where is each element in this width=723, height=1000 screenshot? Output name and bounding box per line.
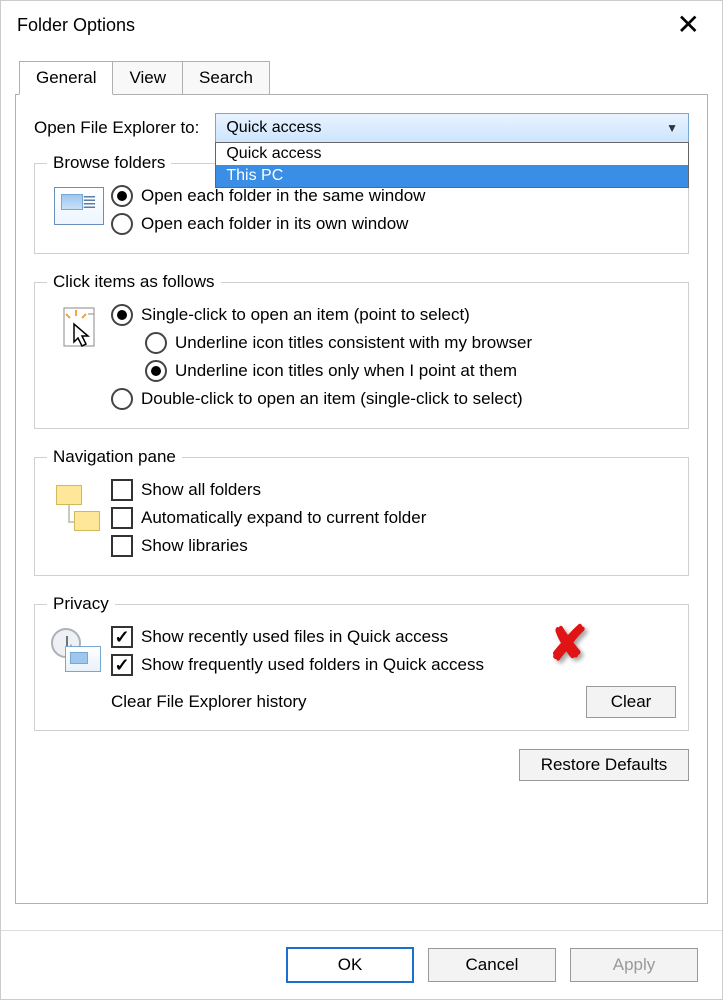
tab-search[interactable]: Search <box>182 61 270 95</box>
label-underline-browser: Underline icon titles consistent with my… <box>175 333 532 353</box>
label-show-all-folders: Show all folders <box>141 480 261 500</box>
label-own-window: Open each folder in its own window <box>141 214 408 234</box>
check-show-libraries[interactable] <box>111 535 133 557</box>
label-single-click: Single-click to open an item (point to s… <box>141 305 470 325</box>
combo-selected[interactable]: Quick access ▼ <box>215 113 689 143</box>
legend-browse: Browse folders <box>47 153 171 173</box>
label-recent-files: Show recently used files in Quick access <box>141 627 448 647</box>
radio-underline-browser[interactable] <box>145 332 167 354</box>
open-explorer-row: Open File Explorer to: Quick access ▼ Qu… <box>34 113 689 143</box>
legend-nav: Navigation pane <box>47 447 182 467</box>
close-icon[interactable]: ✕ <box>667 9 710 41</box>
label-auto-expand: Automatically expand to current folder <box>141 508 426 528</box>
window-title: Folder Options <box>17 15 135 36</box>
radio-own-window[interactable] <box>111 213 133 235</box>
label-same-window: Open each folder in the same window <box>141 186 425 206</box>
label-show-libraries: Show libraries <box>141 536 248 556</box>
dialog-footer: OK Cancel Apply <box>1 931 722 999</box>
combo-option-quick-access[interactable]: Quick access <box>216 143 688 165</box>
radio-underline-point[interactable] <box>145 360 167 382</box>
open-explorer-label: Open File Explorer to: <box>34 118 199 138</box>
check-auto-expand[interactable] <box>111 507 133 529</box>
check-frequent-folders[interactable] <box>111 654 133 676</box>
cancel-button[interactable]: Cancel <box>428 948 556 982</box>
legend-privacy: Privacy <box>47 594 115 614</box>
radio-same-window[interactable] <box>111 185 133 207</box>
tab-panel-general: Open File Explorer to: Quick access ▼ Qu… <box>15 94 708 904</box>
label-underline-point: Underline icon titles only when I point … <box>175 361 517 381</box>
tab-view[interactable]: View <box>112 61 183 95</box>
tab-general[interactable]: General <box>19 61 113 95</box>
navigation-tree-icon <box>47 477 111 541</box>
label-double-click: Double-click to open an item (single-cli… <box>141 389 523 409</box>
check-recent-files[interactable] <box>111 626 133 648</box>
group-click-items: Click items as follows <box>34 272 689 429</box>
label-frequent-folders: Show frequently used folders in Quick ac… <box>141 655 484 675</box>
open-explorer-combo[interactable]: Quick access ▼ Quick access This PC <box>215 113 689 143</box>
group-navigation-pane: Navigation pane Show all folders <box>34 447 689 576</box>
browse-folders-icon <box>47 183 111 225</box>
radio-double-click[interactable] <box>111 388 133 410</box>
label-clear-history: Clear File Explorer history <box>111 692 307 712</box>
combo-dropdown-list: Quick access This PC <box>215 142 689 188</box>
restore-defaults-button[interactable]: Restore Defaults <box>519 749 689 781</box>
combo-selected-text: Quick access <box>226 119 321 137</box>
folder-options-window: Folder Options ✕ General View Search Ope… <box>0 0 723 1000</box>
legend-click: Click items as follows <box>47 272 221 292</box>
ok-button[interactable]: OK <box>286 947 414 983</box>
combo-option-this-pc[interactable]: This PC <box>216 165 688 187</box>
apply-button[interactable]: Apply <box>570 948 698 982</box>
privacy-icon <box>47 624 111 676</box>
click-icon <box>47 302 111 352</box>
titlebar: Folder Options ✕ <box>1 1 722 45</box>
group-privacy: Privacy Show recently used files in Quic… <box>34 594 689 731</box>
clear-button[interactable]: Clear <box>586 686 676 718</box>
check-show-all-folders[interactable] <box>111 479 133 501</box>
radio-single-click[interactable] <box>111 304 133 326</box>
tabstrip: General View Search <box>19 61 722 95</box>
chevron-down-icon: ▼ <box>666 121 678 135</box>
